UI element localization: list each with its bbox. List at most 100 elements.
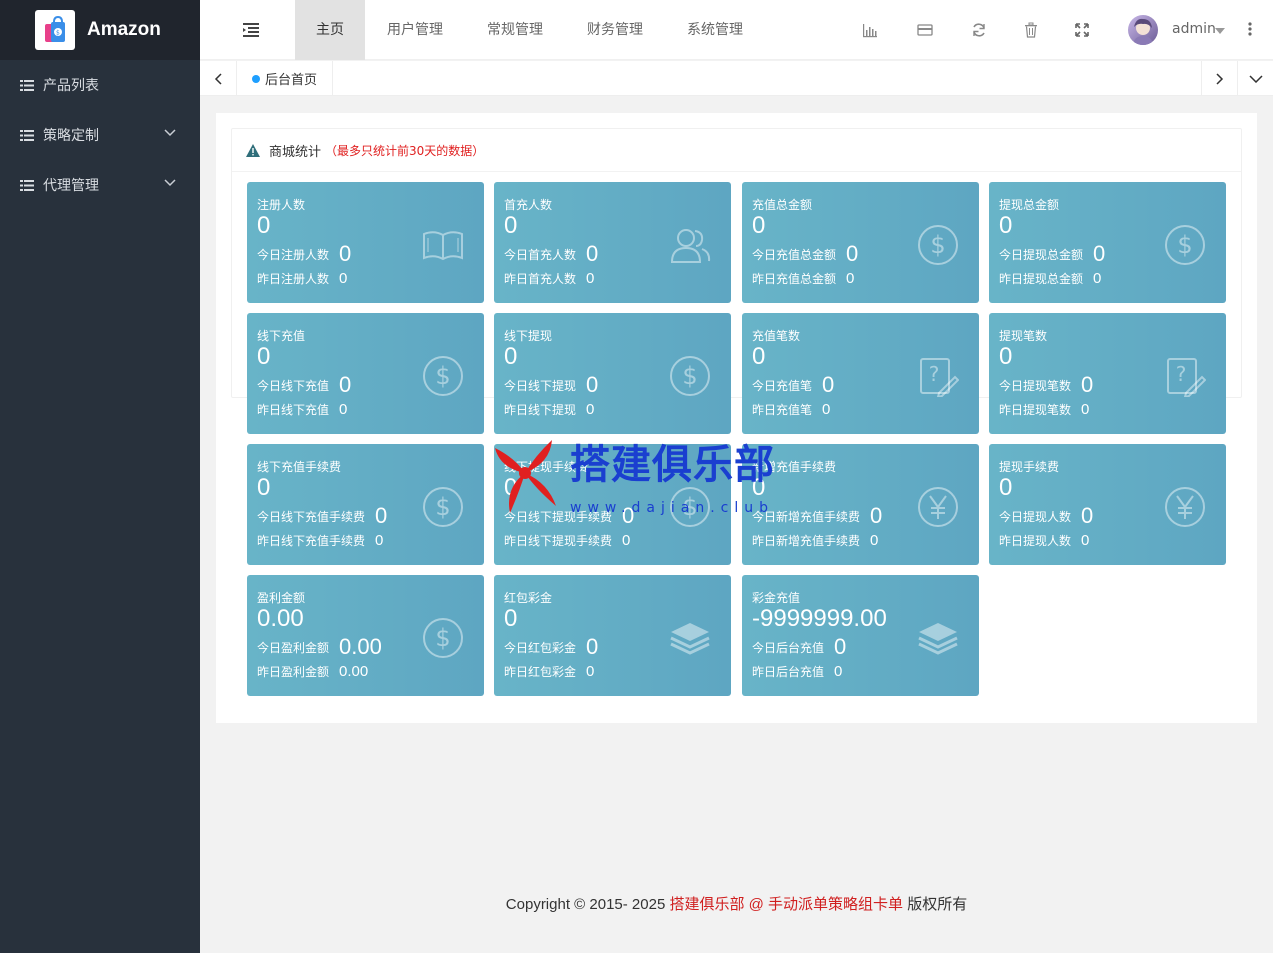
chevron-down-icon <box>164 129 176 137</box>
layers-icon <box>918 623 958 655</box>
sidebar-item-label: 策略定制 <box>43 128 99 144</box>
stat-value: 0 <box>999 474 1013 501</box>
stat-yesterday-value: 0 <box>1093 270 1102 287</box>
stat-value: 0 <box>257 474 271 501</box>
stat-yesterday-value: 0 <box>586 663 595 680</box>
fullscreen-icon[interactable] <box>1074 22 1090 38</box>
tab-system-management[interactable]: 系统管理 <box>670 0 760 60</box>
stat-yesterday-label: 昨日盈利金额 <box>257 665 330 679</box>
tab-scroll-left-button[interactable] <box>200 61 237 96</box>
sidebar: $ Amazon 产品列表 策略定制 代理管理 <box>0 0 200 953</box>
stat-yesterday-value: 0 <box>375 532 384 549</box>
stat-yesterday-label: 昨日注册人数 <box>257 272 330 286</box>
svg-text:$: $ <box>435 493 450 521</box>
stat-yesterday-value: 0 <box>586 401 595 418</box>
stat-yesterday-row: 昨日线下提现手续费 0 <box>504 532 630 549</box>
stat-tile: 新增充值手续费 0 今日新增充值手续费 0 昨日新增充值手续费 0 <box>742 444 979 565</box>
stat-tile: 线下充值 0 今日线下充值 0 昨日线下充值 0 $ <box>247 313 484 434</box>
stat-yesterday-row: 昨日新增充值手续费 0 <box>752 532 878 549</box>
stat-today-value: 0 <box>339 241 352 266</box>
stat-yesterday-value: 0 <box>339 401 348 418</box>
dollar-icon: $ <box>423 618 463 658</box>
logo-area[interactable]: $ Amazon <box>0 0 200 60</box>
stat-today-row: 今日后台充值 0 <box>752 634 846 660</box>
tab-user-management[interactable]: 用户管理 <box>370 0 460 60</box>
stat-tile: 提现手续费 0 今日提现人数 0 昨日提现人数 0 <box>989 444 1226 565</box>
sidebar-item-label: 代理管理 <box>43 178 99 194</box>
stat-tile: 线下提现 0 今日线下提现 0 昨日线下提现 0 $ <box>494 313 731 434</box>
stat-yesterday-label: 昨日新增充值手续费 <box>752 534 861 548</box>
dollar-icon: $ <box>423 356 463 396</box>
stat-yesterday-value: 0 <box>822 401 831 418</box>
sidebar-item-products[interactable]: 产品列表 <box>0 60 200 110</box>
stat-yesterday-row: 昨日提现人数 0 <box>999 532 1089 549</box>
stat-tile: 彩金充值 -9999999.00 今日后台充值 0 昨日后台充值 0 <box>742 575 979 696</box>
footer-link[interactable]: 搭建俱乐部 @ 手动派单策略组卡单 <box>669 896 903 913</box>
tab-general-management[interactable]: 常规管理 <box>470 0 560 60</box>
stat-title: 线下充值手续费 <box>257 460 342 474</box>
tab-scroll-right-button[interactable] <box>1201 61 1237 96</box>
chevron-down-icon <box>1248 74 1263 83</box>
stat-title: 新增充值手续费 <box>752 460 837 474</box>
stat-yesterday-value: 0 <box>870 532 879 549</box>
stat-today-label: 今日充值总金额 <box>752 247 837 262</box>
stat-tile: 提现笔数 0 今日提现笔数 0 昨日提现笔数 0? <box>989 313 1226 434</box>
stat-today-value: 0 <box>1081 503 1094 528</box>
stat-value: 0 <box>257 212 271 239</box>
tab-label: 后台首页 <box>265 73 318 88</box>
stat-tile: 红包彩金 0 今日红包彩金 0 昨日红包彩金 0 <box>494 575 731 696</box>
stat-yesterday-value: 0 <box>846 270 855 287</box>
sidebar-item-strategy[interactable]: 策略定制 <box>0 110 200 160</box>
admin-username[interactable]: admin <box>1172 21 1216 37</box>
stat-value: 0 <box>752 212 766 239</box>
stat-today-value: 0 <box>375 503 388 528</box>
refresh-icon[interactable] <box>971 22 987 38</box>
svg-text:$: $ <box>56 30 60 37</box>
stat-value: 0.00 <box>257 605 304 632</box>
stat-today-row: 今日盈利金额 0.00 <box>257 634 382 660</box>
stat-yesterday-row: 昨日红包彩金 0 <box>504 663 594 680</box>
avatar[interactable] <box>1128 15 1158 45</box>
svg-text:?: ? <box>1176 362 1187 386</box>
stat-today-label: 今日新增充值手续费 <box>752 509 861 524</box>
stat-yesterday-label: 昨日提现人数 <box>999 534 1072 548</box>
stat-yesterday-value: 0 <box>834 663 843 680</box>
stat-tile: 线下充值手续费 0 今日线下充值手续费 0 昨日线下充值手续费 0 $ <box>247 444 484 565</box>
dollar-icon: $ <box>918 225 958 265</box>
tab-options-button[interactable] <box>1237 61 1273 96</box>
stat-today-row: 今日线下提现 0 <box>504 372 598 398</box>
svg-text:$: $ <box>435 624 450 652</box>
tab-finance-management[interactable]: 财务管理 <box>570 0 660 60</box>
stat-title: 提现总金额 <box>999 198 1060 212</box>
stat-yesterday-row: 昨日线下充值 0 <box>257 401 347 418</box>
stat-value: 0 <box>504 474 518 501</box>
more-vertical-icon[interactable] <box>1248 22 1252 36</box>
stat-yesterday-label: 昨日红包彩金 <box>504 665 577 679</box>
card-icon[interactable] <box>917 22 933 38</box>
stat-yesterday-value: 0 <box>1081 532 1090 549</box>
sidebar-item-agents[interactable]: 代理管理 <box>0 160 200 210</box>
stat-today-label: 今日提现总金额 <box>999 247 1084 262</box>
stat-title: 注册人数 <box>257 198 306 212</box>
tab-home[interactable]: 主页 <box>295 0 365 60</box>
stat-today-label: 今日线下充值 <box>257 378 330 393</box>
stat-today-value: 0 <box>586 634 599 659</box>
stat-yesterday-label: 昨日首充人数 <box>504 272 577 286</box>
stat-today-label: 今日后台充值 <box>752 640 825 655</box>
stat-yesterday-label: 昨日线下充值 <box>257 403 330 417</box>
stat-today-value: 0 <box>622 503 635 528</box>
stats-card-note: （最多只统计前30天的数据） <box>325 143 485 158</box>
stat-title: 提现手续费 <box>999 460 1060 474</box>
trash-icon[interactable] <box>1023 22 1039 38</box>
stat-today-label: 今日线下提现 <box>504 378 577 393</box>
stat-yesterday-label: 昨日后台充值 <box>752 665 825 679</box>
tab-dashboard-home[interactable]: 后台首页 <box>237 61 334 96</box>
stat-today-value: 0 <box>586 241 599 266</box>
svg-text:$: $ <box>682 493 697 521</box>
chevron-left-icon <box>214 72 222 85</box>
stat-yesterday-value: 0 <box>339 270 348 287</box>
chart-icon[interactable] <box>862 22 878 38</box>
menu-fold-icon[interactable] <box>243 23 259 37</box>
caret-down-icon[interactable] <box>1215 28 1225 34</box>
stat-today-value: 0 <box>822 372 835 397</box>
